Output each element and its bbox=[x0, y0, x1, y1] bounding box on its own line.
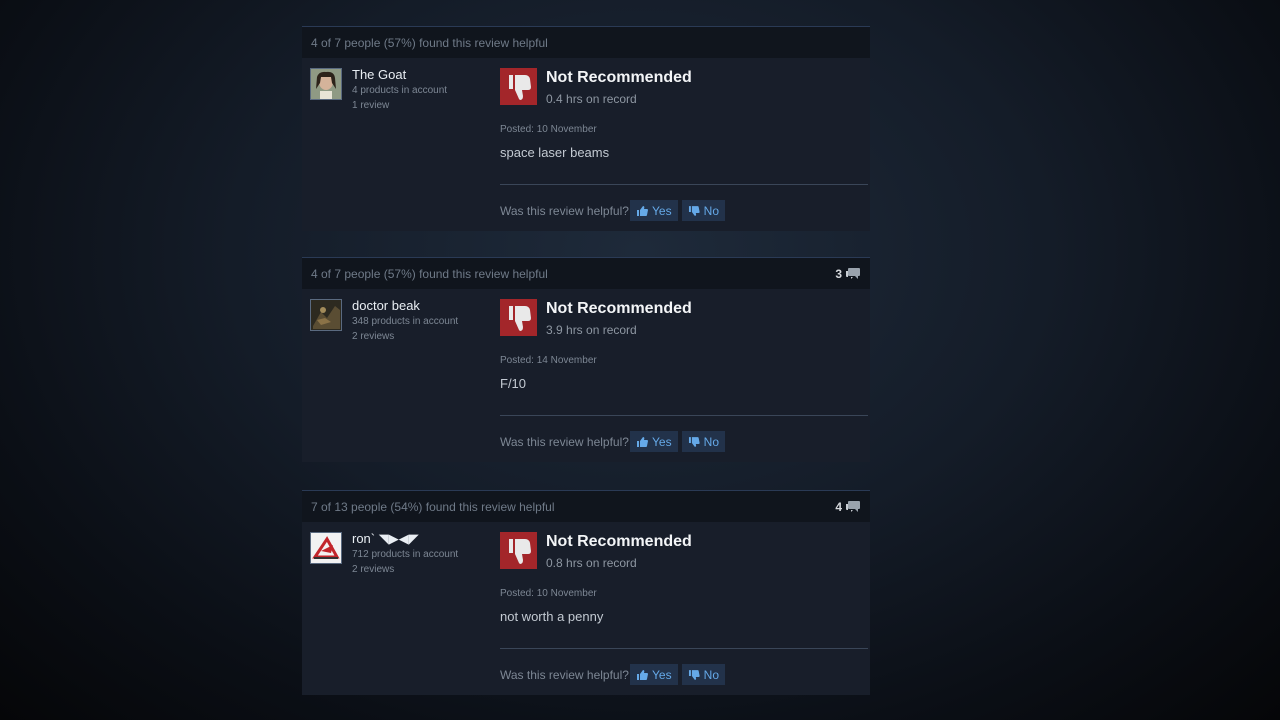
hours-on-record: 0.4 hrs on record bbox=[546, 92, 637, 106]
vote-no-button[interactable]: No bbox=[682, 664, 725, 685]
review-header: 7 of 13 people (54%) found this review h… bbox=[302, 490, 870, 522]
posted-date: Posted: 10 November bbox=[500, 588, 597, 599]
avatar[interactable] bbox=[310, 532, 342, 564]
helpful-summary: 4 of 7 people (57%) found this review he… bbox=[311, 266, 548, 281]
comment-bubble-icon bbox=[846, 500, 860, 512]
review-card: 7 of 13 people (54%) found this review h… bbox=[302, 490, 870, 695]
vote-yes-button[interactable]: Yes bbox=[630, 431, 678, 452]
vote-no-button[interactable]: No bbox=[682, 431, 725, 452]
author-products[interactable]: 348 products in account bbox=[352, 316, 458, 327]
review-text: F/10 bbox=[500, 376, 527, 391]
posted-date: Posted: 10 November bbox=[500, 124, 597, 135]
comment-count[interactable]: 3 bbox=[835, 267, 861, 281]
author-name[interactable]: The Goat bbox=[352, 67, 406, 82]
author-products[interactable]: 4 products in account bbox=[352, 85, 447, 96]
helpful-question: Was this review helpful? bbox=[500, 668, 629, 682]
avatar-image bbox=[311, 69, 341, 99]
thumbs-down-icon bbox=[688, 436, 700, 447]
review-verdict[interactable]: Not Recommended bbox=[546, 533, 692, 551]
avatar-image bbox=[311, 300, 341, 330]
comment-count-value: 4 bbox=[835, 499, 842, 514]
thumbs-down-icon bbox=[500, 68, 537, 105]
thumbs-up-icon bbox=[637, 205, 648, 216]
helpful-summary: 4 of 7 people (57%) found this review he… bbox=[311, 35, 548, 50]
vote-yes-button[interactable]: Yes bbox=[630, 664, 678, 685]
author-reviews[interactable]: 2 reviews bbox=[352, 331, 394, 342]
author-reviews[interactable]: 2 reviews bbox=[352, 564, 394, 575]
review-verdict[interactable]: Not Recommended bbox=[546, 300, 692, 318]
review-header: 4 of 7 people (57%) found this review he… bbox=[302, 26, 870, 58]
divider bbox=[500, 648, 868, 649]
author-products[interactable]: 712 products in account bbox=[352, 549, 458, 560]
avatar[interactable] bbox=[310, 299, 342, 331]
author-name[interactable]: ron` ◥▶◀◤ bbox=[352, 531, 419, 547]
author-name[interactable]: doctor beak bbox=[352, 298, 420, 313]
review-verdict[interactable]: Not Recommended bbox=[546, 69, 692, 87]
comment-count-value: 3 bbox=[835, 266, 842, 281]
thumbs-down-icon bbox=[500, 532, 537, 569]
vote-no-label: No bbox=[703, 203, 719, 218]
review-card: 4 of 7 people (57%) found this review he… bbox=[302, 26, 870, 231]
thumbs-up-icon bbox=[637, 669, 648, 680]
helpful-question: Was this review helpful? bbox=[500, 204, 629, 218]
posted-date: Posted: 14 November bbox=[500, 355, 597, 366]
review-header: 4 of 7 people (57%) found this review he… bbox=[302, 257, 870, 289]
hours-on-record: 3.9 hrs on record bbox=[546, 323, 637, 337]
vote-no-label: No bbox=[703, 434, 719, 449]
thumbs-down-icon bbox=[688, 669, 700, 680]
divider bbox=[500, 184, 868, 185]
divider bbox=[500, 415, 868, 416]
thumbs-down-icon bbox=[500, 299, 537, 336]
thumbs-up-icon bbox=[637, 436, 648, 447]
vote-yes-label: Yes bbox=[652, 434, 672, 449]
review-card: 4 of 7 people (57%) found this review he… bbox=[302, 257, 870, 462]
vote-no-button[interactable]: No bbox=[682, 200, 725, 221]
hours-on-record: 0.8 hrs on record bbox=[546, 556, 637, 570]
avatar-image bbox=[311, 533, 341, 563]
avatar[interactable] bbox=[310, 68, 342, 100]
comment-bubble-icon bbox=[846, 267, 860, 279]
review-text: space laser beams bbox=[500, 145, 610, 160]
review-text: not worth a penny bbox=[500, 609, 604, 624]
vote-yes-label: Yes bbox=[652, 667, 672, 682]
helpful-question: Was this review helpful? bbox=[500, 435, 629, 449]
comment-count[interactable]: 4 bbox=[835, 500, 861, 514]
vote-yes-label: Yes bbox=[652, 203, 672, 218]
vote-no-label: No bbox=[703, 667, 719, 682]
thumbs-down-icon bbox=[688, 205, 700, 216]
vote-yes-button[interactable]: Yes bbox=[630, 200, 678, 221]
helpful-summary: 7 of 13 people (54%) found this review h… bbox=[311, 499, 555, 514]
author-reviews[interactable]: 1 review bbox=[352, 100, 389, 111]
